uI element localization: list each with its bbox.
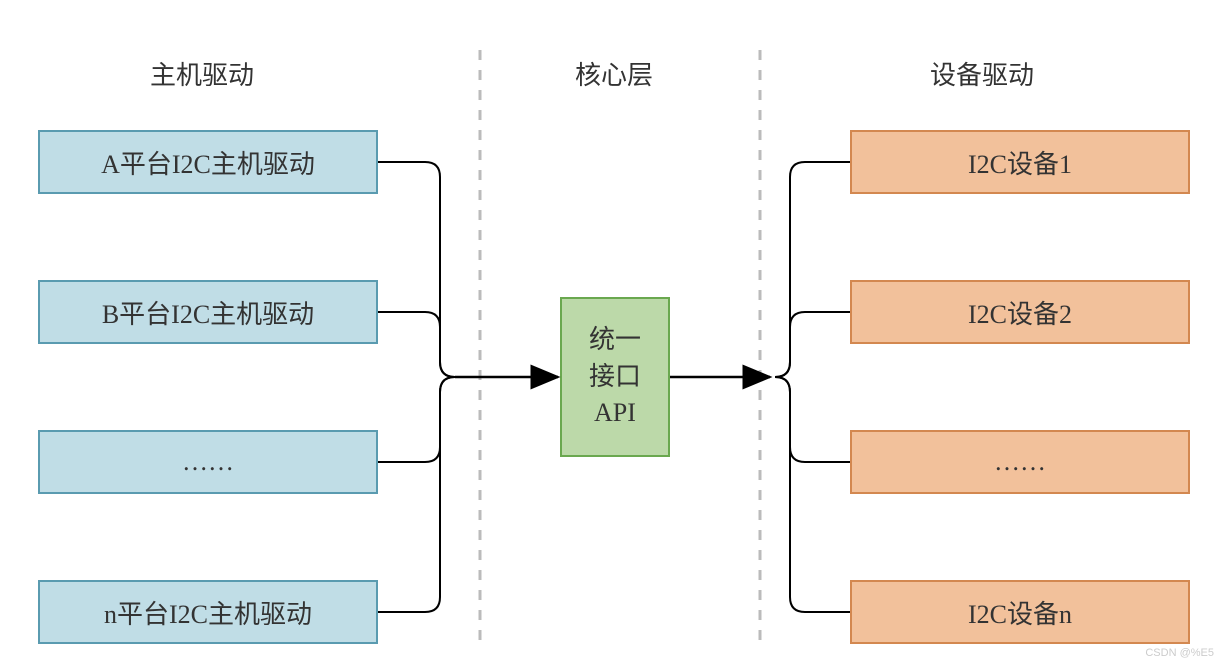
title-center: 核心层	[575, 55, 653, 92]
core-api-line2: 接口	[589, 359, 641, 395]
device-2: I2C设备2	[850, 280, 1190, 344]
device-n: I2C设备n	[850, 580, 1190, 644]
watermark: CSDN @%E5	[1145, 647, 1214, 659]
device-ellipsis: ……	[850, 430, 1190, 494]
host-driver-n: n平台I2C主机驱动	[38, 580, 378, 644]
core-api-line1: 统一	[589, 322, 641, 358]
host-driver-ellipsis: ……	[38, 430, 378, 494]
host-driver-a: A平台I2C主机驱动	[38, 130, 378, 194]
host-driver-b: B平台I2C主机驱动	[38, 280, 378, 344]
title-right: 设备驱动	[930, 55, 1034, 92]
device-1: I2C设备1	[850, 130, 1190, 194]
title-left: 主机驱动	[150, 55, 254, 92]
core-api-line3: API	[589, 395, 641, 431]
core-api-box: 统一 接口 API	[560, 297, 670, 457]
